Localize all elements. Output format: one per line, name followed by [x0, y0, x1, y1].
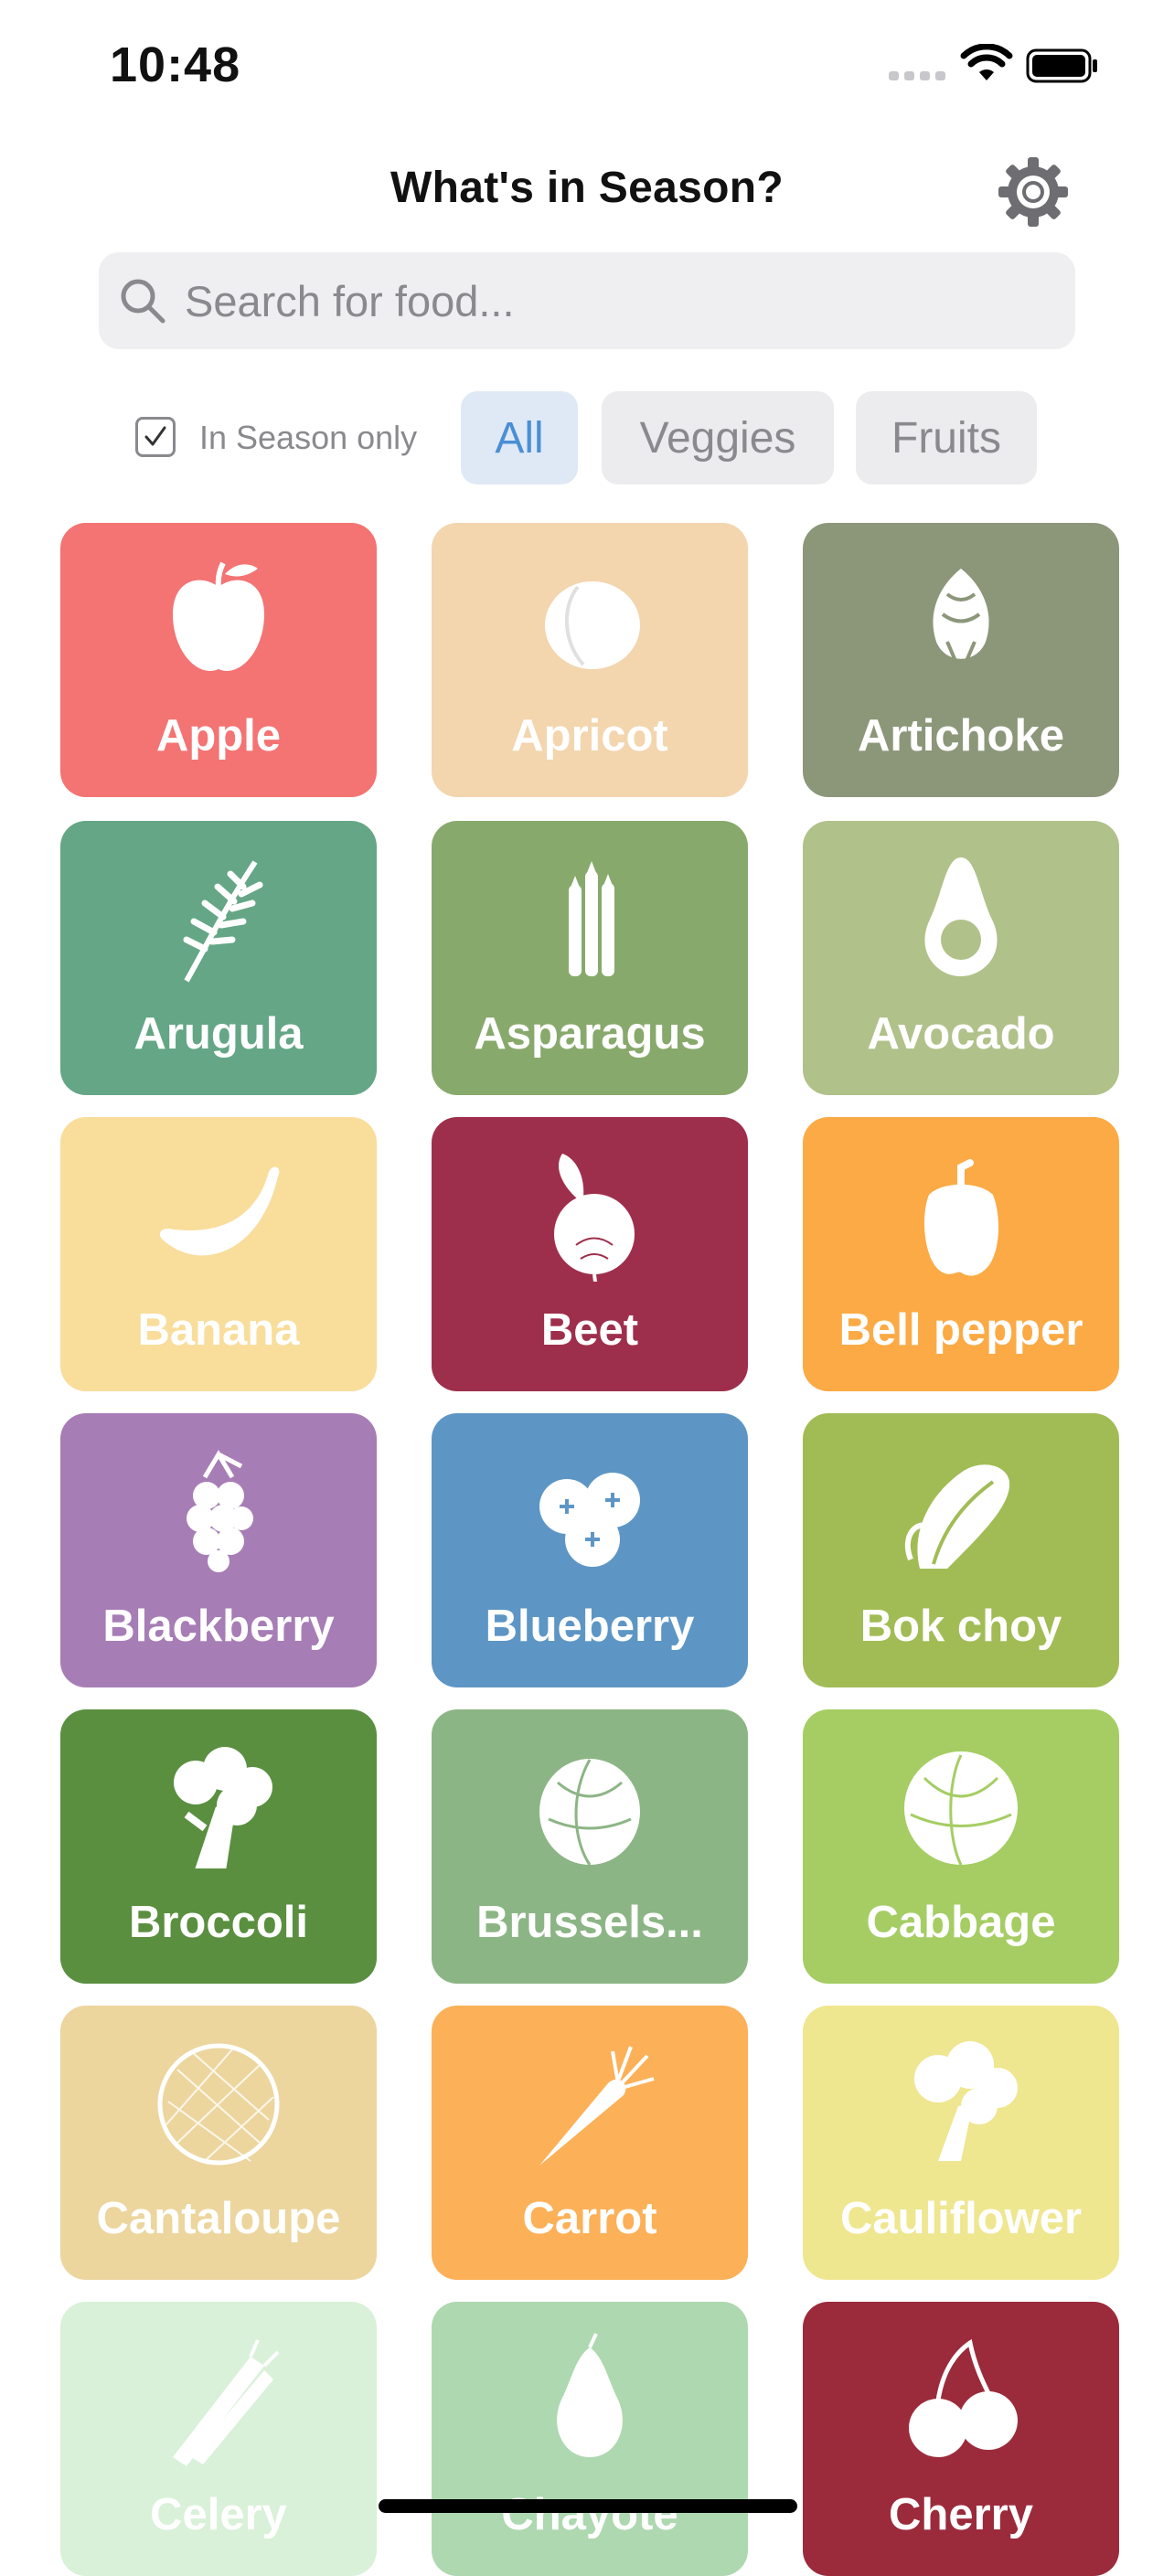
filter-tab-label: All: [495, 413, 544, 463]
battery-icon: [1026, 48, 1097, 83]
artichoke-icon: [933, 569, 989, 679]
bell-pepper-icon: [924, 1159, 998, 1276]
food-tile[interactable]: Celery: [60, 2302, 377, 2576]
blackberry-icon: [187, 1450, 253, 1572]
food-tile[interactable]: Broccoli: [60, 1709, 377, 1984]
food-tile-label: Celery: [150, 2490, 287, 2539]
food-tile[interactable]: Asparagus: [432, 821, 748, 1095]
bok-choy-icon: [904, 1464, 1010, 1569]
food-tile-label: Arugula: [133, 1009, 304, 1059]
beet-icon: [554, 1154, 635, 1282]
apple-icon: [173, 561, 264, 671]
food-tile[interactable]: Apricot: [432, 523, 748, 797]
food-tile-label: Cauliflower: [839, 2194, 1083, 2243]
search-input[interactable]: [183, 274, 1046, 327]
gear-icon[interactable]: [995, 154, 1072, 230]
avocado-icon: [924, 857, 998, 976]
search-bar[interactable]: [99, 252, 1075, 349]
status-bar: 10:48: [0, 0, 1174, 137]
cellular-signal-icon: [889, 71, 945, 80]
asparagus-icon: [569, 861, 614, 976]
food-tile[interactable]: Banana: [60, 1117, 377, 1391]
food-tile[interactable]: Bok choy: [803, 1413, 1119, 1687]
in-season-label: In Season only: [199, 419, 418, 456]
food-tile-label: Brussels...: [476, 1898, 703, 1947]
food-tile[interactable]: Cantaloupe: [60, 2006, 377, 2280]
food-tile-label: Broccoli: [128, 1898, 309, 1947]
food-tile-label: Asparagus: [474, 1009, 706, 1059]
cabbage-icon: [904, 1751, 1018, 1866]
chayote-icon: [557, 2333, 623, 2457]
food-tile[interactable]: Carrot: [432, 2006, 748, 2280]
food-tile[interactable]: Blackberry: [60, 1413, 377, 1687]
in-season-checkbox[interactable]: [135, 417, 176, 457]
food-tile-label: Carrot: [522, 2194, 657, 2243]
filter-tab-all[interactable]: All: [461, 391, 578, 484]
checkmark-icon: [144, 426, 166, 446]
food-tile-label: Blackberry: [102, 1602, 335, 1651]
food-tile-label: Banana: [137, 1305, 300, 1355]
food-tile[interactable]: Blueberry: [432, 1413, 748, 1687]
banana-icon: [159, 1166, 280, 1256]
food-tile-label: Cantaloupe: [96, 2194, 341, 2243]
wifi-icon: [960, 44, 1013, 80]
food-tile-label: Beet: [540, 1305, 639, 1355]
food-tile-label: Cherry: [889, 2490, 1033, 2539]
celery-icon: [173, 2339, 280, 2466]
cherry-icon: [909, 2338, 1018, 2457]
food-tile[interactable]: Bell pepper: [803, 1117, 1119, 1391]
food-tile-label: Apple: [155, 711, 282, 761]
arugula-icon: [183, 860, 263, 983]
food-tile[interactable]: Cauliflower: [803, 2006, 1119, 2280]
search-icon: [121, 279, 165, 324]
filter-tab-fruits[interactable]: Fruits: [856, 391, 1037, 484]
cauliflower-icon: [914, 2041, 1018, 2161]
food-tile-label: Blueberry: [485, 1602, 695, 1651]
food-tile-label: Bell pepper: [838, 1305, 1083, 1355]
filter-tab-veggies[interactable]: Veggies: [602, 391, 834, 484]
food-tile[interactable]: Cherry: [803, 2302, 1119, 2576]
food-tile-label: Avocado: [867, 1009, 1055, 1059]
food-tile[interactable]: Apple: [60, 523, 377, 797]
food-tile[interactable]: Chayote: [432, 2302, 748, 2576]
home-indicator: [379, 2499, 797, 2513]
blueberry-icon: [539, 1473, 640, 1567]
cantaloupe-icon: [157, 2043, 280, 2166]
filter-tab-label: Fruits: [891, 413, 1001, 463]
food-tile-label: Bok choy: [859, 1602, 1062, 1651]
food-tile[interactable]: Arugula: [60, 821, 377, 1095]
brussels-sprout-icon: [539, 1759, 640, 1866]
food-tile[interactable]: Brussels...: [432, 1709, 748, 1984]
food-tile-label: Apricot: [511, 711, 668, 761]
food-tile-label: Cabbage: [866, 1898, 1056, 1947]
filter-tab-label: Veggies: [639, 413, 796, 463]
food-tile[interactable]: Beet: [432, 1117, 748, 1391]
food-tile[interactable]: Artichoke: [803, 523, 1119, 797]
food-tile-label: Artichoke: [857, 711, 1064, 761]
broccoli-icon: [174, 1747, 272, 1868]
apricot-icon: [545, 581, 640, 669]
food-tile-label: Chayote: [501, 2490, 678, 2539]
food-tile[interactable]: Cabbage: [803, 1709, 1119, 1984]
carrot-icon: [539, 2046, 655, 2166]
food-tile[interactable]: Avocado: [803, 821, 1119, 1095]
status-time: 10:48: [110, 37, 241, 92]
